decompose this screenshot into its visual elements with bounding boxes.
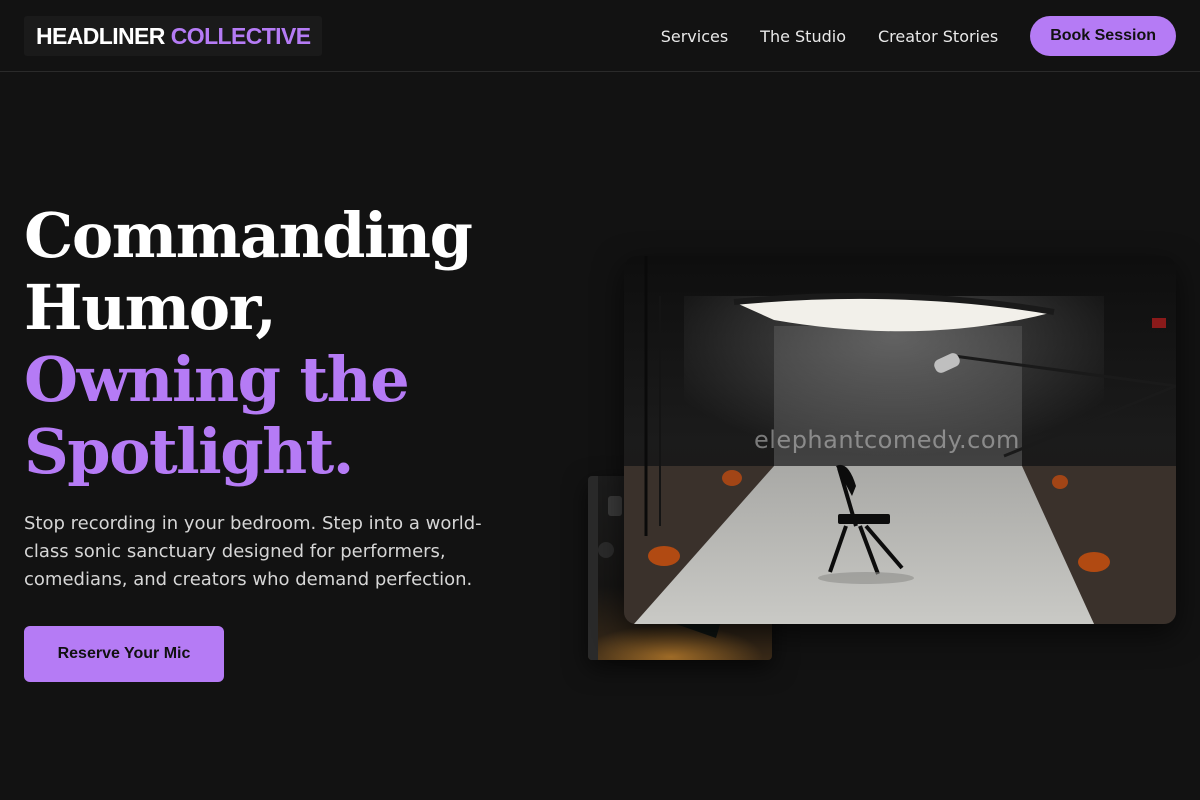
hero-title-line-3: Owning the [24, 343, 410, 416]
hero-title: Commanding Humor, Owning the Spotlight. [24, 199, 473, 488]
main-nav: Services The Studio Creator Stories Book… [661, 16, 1176, 56]
hero-title-line-4: Spotlight. [24, 415, 354, 488]
site-header: HEADLINER COLLECTIVE Services The Studio… [0, 0, 1200, 72]
nav-link-creator-stories[interactable]: Creator Stories [878, 27, 998, 46]
brand-name-part1: HEADLINER [36, 22, 165, 49]
brand-logo[interactable]: HEADLINER COLLECTIVE [24, 16, 323, 56]
nav-link-services[interactable]: Services [661, 27, 728, 46]
nav-link-the-studio[interactable]: The Studio [760, 27, 846, 46]
brand-name-part2: COLLECTIVE [170, 22, 311, 49]
hero-title-line-1: Commanding [24, 199, 473, 272]
studio-chair-photo [624, 256, 1176, 624]
hero-title-line-2: Humor, [24, 271, 277, 344]
hero-subtitle: Stop recording in your bedroom. Step int… [24, 513, 482, 590]
book-session-button[interactable]: Book Session [1030, 16, 1176, 56]
reserve-mic-button[interactable]: Reserve Your Mic [24, 626, 224, 682]
